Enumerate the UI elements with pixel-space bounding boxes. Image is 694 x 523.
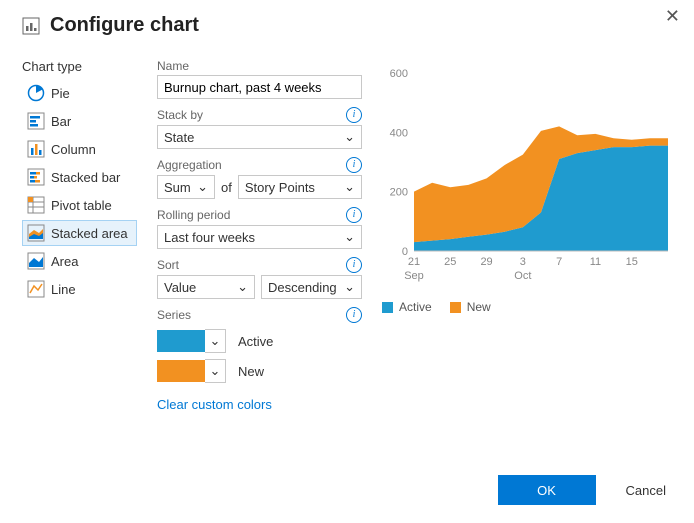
- chart-type-label: Pie: [51, 86, 70, 101]
- sort-label: Sort: [157, 258, 179, 272]
- chart-icon: [22, 17, 40, 35]
- chart-preview: 0200400600212529371115SepOct Active New: [382, 59, 672, 412]
- svg-text:7: 7: [556, 256, 562, 268]
- series-name: Active: [238, 334, 273, 349]
- stack-by-select[interactable]: State⌄: [157, 125, 362, 149]
- info-icon[interactable]: i: [346, 107, 362, 123]
- cancel-button[interactable]: Cancel: [620, 482, 672, 499]
- info-icon[interactable]: i: [346, 207, 362, 223]
- svg-text:3: 3: [520, 256, 526, 268]
- aggregation-of-label: of: [221, 180, 232, 195]
- series-color-select[interactable]: ⌄: [157, 359, 226, 383]
- chart-legend: Active New: [382, 300, 672, 314]
- color-swatch: [157, 360, 205, 382]
- svg-text:400: 400: [390, 127, 408, 139]
- chevron-down-icon: ⌄: [237, 279, 248, 295]
- rolling-select[interactable]: Last four weeks⌄: [157, 225, 362, 249]
- svg-text:200: 200: [390, 187, 408, 199]
- config-form: Name Stack byi State⌄ Aggregationi Sum⌄ …: [157, 59, 362, 412]
- svg-text:Oct: Oct: [514, 270, 531, 282]
- chart-type-bar[interactable]: Bar: [22, 108, 137, 134]
- chevron-down-icon: ⌄: [205, 329, 226, 353]
- chart-type-label: Stacked area: [51, 226, 128, 241]
- svg-text:29: 29: [480, 256, 492, 268]
- chart-type-column[interactable]: Column: [22, 136, 137, 162]
- chevron-down-icon: ⌄: [344, 179, 355, 195]
- color-swatch: [157, 330, 205, 352]
- svg-text:21: 21: [408, 256, 420, 268]
- rolling-label: Rolling period: [157, 208, 230, 222]
- aggregation-label: Aggregation: [157, 158, 222, 172]
- legend-swatch-active: [382, 302, 393, 313]
- chart-type-pivot-table[interactable]: Pivot table: [22, 192, 137, 218]
- stack-by-label: Stack by: [157, 108, 203, 122]
- chart-type-label: Line: [51, 282, 76, 297]
- sort-dir-select[interactable]: Descending⌄: [261, 275, 362, 299]
- chart-type-pie[interactable]: Pie: [22, 80, 137, 106]
- chart-type-area[interactable]: Area: [22, 248, 137, 274]
- series-color-select[interactable]: ⌄: [157, 329, 226, 353]
- legend-label: Active: [399, 300, 432, 314]
- svg-text:15: 15: [626, 256, 638, 268]
- chart-type-label: Bar: [51, 114, 71, 129]
- series-label: Series: [157, 308, 191, 322]
- chart-type-stacked-area[interactable]: Stacked area: [22, 220, 137, 246]
- info-icon[interactable]: i: [346, 257, 362, 273]
- info-icon[interactable]: i: [346, 307, 362, 323]
- chart-type-line[interactable]: Line: [22, 276, 137, 302]
- aggregation-func-select[interactable]: Sum⌄: [157, 175, 215, 199]
- chart-type-label: Stacked bar: [51, 170, 120, 185]
- info-icon[interactable]: i: [346, 157, 362, 173]
- name-input[interactable]: [157, 75, 362, 99]
- svg-text:Sep: Sep: [404, 270, 424, 282]
- svg-text:25: 25: [444, 256, 456, 268]
- chart-type-label: Column: [51, 142, 96, 157]
- chart-type-label: Pivot table: [51, 198, 112, 213]
- chart-type-list: Chart type Pie Bar Column Stacked bar Pivot …: [22, 59, 137, 412]
- svg-text:11: 11: [590, 256, 601, 268]
- close-icon[interactable]: ✕: [665, 6, 680, 27]
- clear-colors-link[interactable]: Clear custom colors: [157, 397, 272, 412]
- chevron-down-icon: ⌄: [344, 129, 355, 145]
- series-name: New: [238, 364, 264, 379]
- chart-type-heading: Chart type: [22, 59, 137, 74]
- chart-type-stacked-bar[interactable]: Stacked bar: [22, 164, 137, 190]
- aggregation-field-select[interactable]: Story Points⌄: [238, 175, 362, 199]
- legend-swatch-new: [450, 302, 461, 313]
- svg-text:600: 600: [390, 68, 408, 80]
- name-label: Name: [157, 59, 189, 73]
- chevron-down-icon: ⌄: [344, 279, 355, 295]
- legend-label: New: [467, 300, 491, 314]
- sort-by-select[interactable]: Value⌄: [157, 275, 255, 299]
- chart-type-label: Area: [51, 254, 78, 269]
- chevron-down-icon: ⌄: [197, 179, 208, 195]
- ok-button[interactable]: OK: [498, 475, 596, 505]
- chevron-down-icon: ⌄: [344, 229, 355, 245]
- chevron-down-icon: ⌄: [205, 359, 226, 383]
- dialog-title: Configure chart: [50, 14, 199, 37]
